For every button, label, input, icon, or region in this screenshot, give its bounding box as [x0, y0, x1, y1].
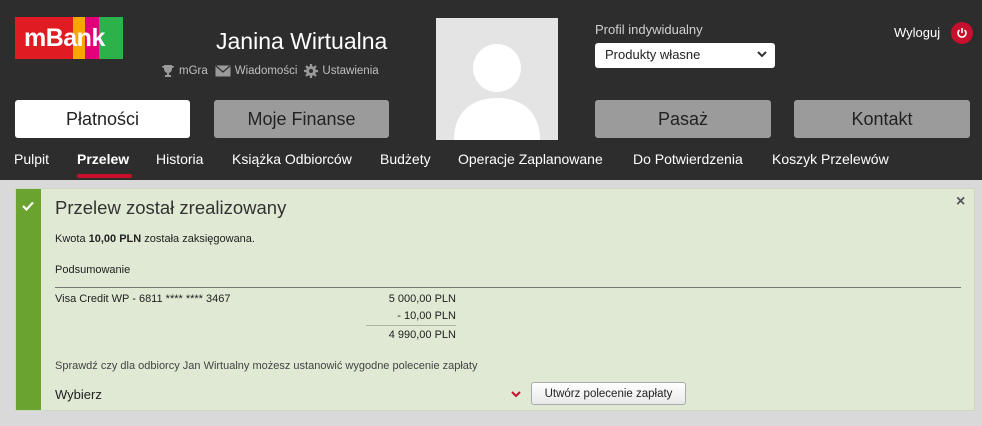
- success-stripe: [16, 189, 41, 410]
- account-name: Visa Credit WP - 6811 **** **** 3467: [55, 293, 231, 305]
- amount-suffix: została zaksięgowana.: [144, 233, 255, 245]
- balance-before: 5 000,00 PLN: [388, 293, 456, 305]
- logout-link[interactable]: Wyloguj: [894, 25, 940, 40]
- logo-text: mBank: [24, 24, 105, 52]
- mgra-label: mGra: [179, 65, 208, 77]
- notice-title: Przelew został zrealizowany: [55, 197, 287, 218]
- mgra-link[interactable]: mGra: [161, 64, 208, 78]
- checkmark-icon: [22, 201, 34, 211]
- profile-label: Profil indywidualny: [595, 22, 703, 37]
- amount-message: Kwota 10,00 PLN została zaksięgowana.: [55, 233, 255, 245]
- messages-label: Wiadomości: [234, 65, 298, 77]
- subnav-przelew[interactable]: Przelew: [77, 151, 129, 167]
- subnav-do-potwierdzenia[interactable]: Do Potwierdzenia: [633, 151, 743, 167]
- trophy-icon: [162, 65, 174, 77]
- mbank-logo[interactable]: mBank: [15, 17, 123, 59]
- amount-value: 10,00 PLN: [88, 233, 142, 245]
- debit-amount: - 10,00 PLN: [397, 310, 456, 322]
- direct-debit-hint: Sprawdź czy dla odbiorcy Jan Wirtualny m…: [55, 360, 478, 372]
- subnav-koszyk-przelewow[interactable]: Koszyk Przelewów: [772, 151, 889, 167]
- top-bar: mBank Janina Wirtualna mGra Wiadomości U…: [0, 0, 982, 180]
- subnav-budzety[interactable]: Budżety: [380, 151, 431, 167]
- sum-divider: [366, 325, 456, 326]
- envelope-icon: [215, 65, 231, 77]
- user-silhouette-icon: [454, 44, 540, 140]
- subnav-operacje-zaplanowane[interactable]: Operacje Zaplanowane: [458, 151, 603, 167]
- settings-label: Ustawienia: [322, 65, 379, 77]
- user-name: Janina Wirtualna: [216, 28, 388, 54]
- success-notice: × Przelew został zrealizowany Kwota 10,0…: [15, 188, 975, 411]
- subnav-ksiazka-odbiorcow[interactable]: Książka Odbiorców: [232, 151, 352, 167]
- close-icon[interactable]: ×: [956, 193, 965, 211]
- settings-link[interactable]: Ustawienia: [304, 64, 379, 78]
- tab-platnosci[interactable]: Płatności: [15, 100, 190, 138]
- amount-prefix: Kwota: [55, 233, 86, 245]
- avatar[interactable]: [436, 18, 558, 140]
- profile-select-value: Produkty własne: [605, 47, 701, 62]
- tab-moje-finanse[interactable]: Moje Finanse: [214, 100, 389, 138]
- tab-kontakt[interactable]: Kontakt: [794, 100, 970, 138]
- chevron-down-icon: [757, 51, 767, 58]
- create-direct-debit-button[interactable]: Utwórz polecenie zapłaty: [531, 382, 686, 405]
- power-icon: [957, 28, 967, 38]
- subnav-pulpit[interactable]: Pulpit: [14, 151, 49, 167]
- chevron-down-icon[interactable]: [511, 390, 521, 398]
- sub-navigation: Pulpit Przelew Historia Książka Odbiorcó…: [0, 151, 982, 171]
- user-links: mGra Wiadomości Ustawienia: [161, 64, 386, 78]
- tab-pasaz[interactable]: Pasaż: [595, 100, 771, 138]
- gear-icon: [304, 64, 319, 78]
- subnav-historia[interactable]: Historia: [156, 151, 203, 167]
- active-tab-indicator: [77, 174, 132, 178]
- debit-select[interactable]: Wybierz: [55, 387, 102, 402]
- balance-after: 4 990,00 PLN: [388, 329, 456, 341]
- profile-select[interactable]: Produkty własne: [595, 43, 775, 68]
- summary-label: Podsumowanie: [55, 264, 131, 276]
- messages-link[interactable]: Wiadomości: [215, 65, 298, 77]
- summary-divider: [55, 287, 961, 288]
- logout-button[interactable]: [951, 22, 973, 44]
